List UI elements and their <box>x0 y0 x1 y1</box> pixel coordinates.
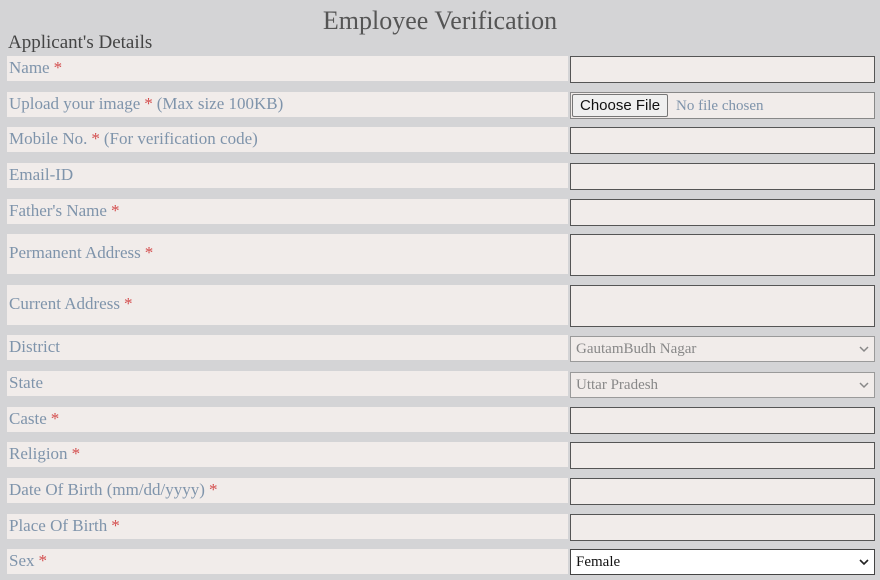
sex-selected-value: Female <box>576 554 621 570</box>
email-input[interactable] <box>570 163 875 190</box>
chevron-down-icon <box>859 346 869 353</box>
name-row: Name * <box>7 56 568 81</box>
father-label: Father's Name * <box>9 201 120 220</box>
father-input[interactable] <box>570 199 875 226</box>
required-marker: * <box>208 480 218 499</box>
image-row: Upload your image * (Max size 100KB) <box>7 92 568 117</box>
name-input[interactable] <box>570 56 875 83</box>
file-status-text: No file chosen <box>676 98 764 114</box>
chevron-down-icon <box>859 559 869 566</box>
caste-input[interactable] <box>570 407 875 434</box>
state-row: State <box>7 371 568 396</box>
email-row: Email-ID <box>7 163 568 188</box>
dob-row: Date Of Birth (mm/dd/yyyy) * <box>7 478 568 503</box>
required-marker: * <box>53 58 63 77</box>
required-marker: * <box>50 409 60 428</box>
sex-label: Sex * <box>9 551 48 570</box>
religion-row: Religion * <box>7 442 568 467</box>
image-label: Upload your image * (Max size 100KB) <box>9 94 284 113</box>
required-marker: * <box>144 243 154 262</box>
required-marker: * <box>123 294 133 313</box>
dob-label: Date Of Birth (mm/dd/yyyy) * <box>9 480 218 499</box>
state-selected-value: Uttar Pradesh <box>576 377 659 393</box>
required-marker: * <box>38 551 48 570</box>
pob-label: Place Of Birth * <box>9 516 120 535</box>
current-address-label: Current Address * <box>9 294 133 313</box>
sex-select[interactable]: Female <box>570 549 875 575</box>
father-row: Father's Name * <box>7 199 568 224</box>
chevron-down-icon <box>859 382 869 389</box>
name-label: Name * <box>9 58 63 77</box>
state-label: State <box>9 373 43 392</box>
district-selected-value: GautamBudh Nagar <box>576 341 697 357</box>
permanent-address-row: Permanent Address * <box>7 234 568 274</box>
religion-label: Religion * <box>9 444 81 463</box>
religion-input[interactable] <box>570 442 875 469</box>
district-label: District <box>9 337 60 356</box>
required-marker: * <box>111 516 120 535</box>
district-select[interactable]: GautamBudh Nagar <box>570 336 875 362</box>
required-marker: * <box>144 94 153 113</box>
required-marker: * <box>110 201 120 220</box>
email-label: Email-ID <box>9 165 74 184</box>
section-heading: Applicant's Details <box>8 32 153 53</box>
district-row: District <box>7 335 568 360</box>
mobile-row: Mobile No. * (For verification code) <box>7 127 568 152</box>
current-address-input[interactable] <box>570 285 875 327</box>
current-address-row: Current Address * <box>7 285 568 325</box>
pob-input[interactable] <box>570 514 875 541</box>
choose-file-button[interactable]: Choose File <box>572 94 669 117</box>
mobile-input[interactable] <box>570 127 875 154</box>
permanent-address-input[interactable] <box>570 234 875 276</box>
state-select[interactable]: Uttar Pradesh <box>570 372 875 398</box>
permanent-address-label: Permanent Address * <box>9 243 154 262</box>
pob-row: Place Of Birth * <box>7 514 568 539</box>
mobile-label: Mobile No. * (For verification code) <box>9 129 258 148</box>
caste-row: Caste * <box>7 407 568 432</box>
caste-label: Caste * <box>9 409 60 428</box>
image-file-input[interactable]: Choose File No file chosen <box>570 92 875 119</box>
required-marker: * <box>71 444 81 463</box>
required-marker: * <box>91 129 100 148</box>
employee-verification-form: Employee Verification Applicant's Detail… <box>0 0 880 580</box>
sex-row: Sex * <box>7 549 568 574</box>
dob-input[interactable] <box>570 478 875 505</box>
